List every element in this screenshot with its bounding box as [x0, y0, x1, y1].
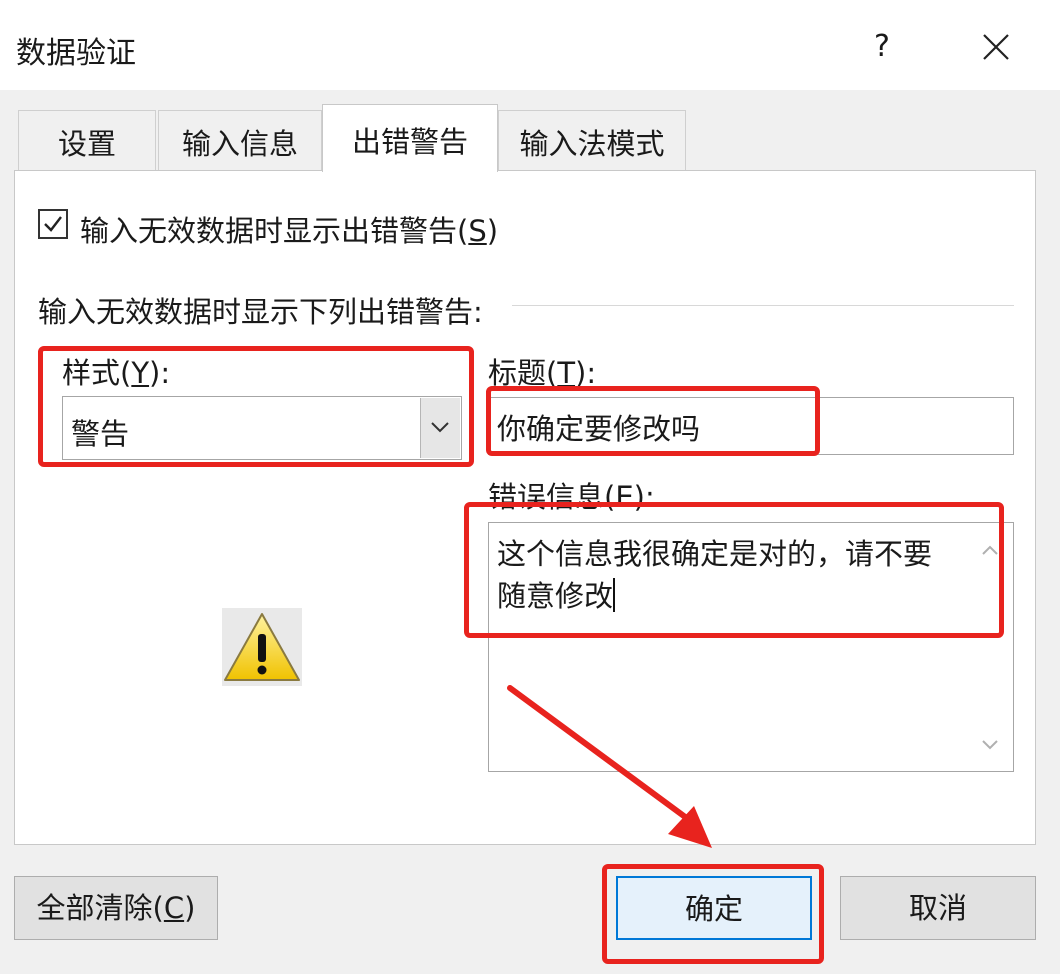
tab-settings[interactable]: 设置: [18, 110, 156, 170]
style-select[interactable]: 警告: [62, 396, 462, 460]
text-caret: [613, 578, 616, 612]
style-select-value: 警告: [71, 417, 130, 451]
warning-triangle-icon: [222, 608, 302, 686]
style-label: 样式(Y):: [62, 356, 171, 390]
clear-all-button[interactable]: 全部清除(C): [14, 876, 218, 940]
tab-ime-mode[interactable]: 输入法模式: [498, 110, 686, 170]
group-divider: [512, 305, 1014, 306]
data-validation-dialog: 数据验证 ? 设置 输入信息 出错警告 输入法模式 输入无效数据时显示出错警告(…: [0, 0, 1060, 974]
title-label: 标题(T):: [488, 356, 597, 390]
title-bar: 数据验证 ?: [0, 0, 1060, 90]
show-alert-label[interactable]: 输入无效数据时显示出错警告(S): [80, 208, 498, 250]
scroll-up-icon[interactable]: [974, 535, 1006, 565]
close-button[interactable]: [968, 22, 1024, 72]
help-button[interactable]: ?: [862, 22, 902, 72]
tab-error-alert[interactable]: 出错警告: [322, 104, 498, 172]
title-input-value: 你确定要修改吗: [497, 412, 701, 446]
scroll-down-icon[interactable]: [974, 730, 1006, 760]
alert-group-label: 输入无效数据时显示下列出错警告:: [38, 295, 483, 329]
title-input[interactable]: 你确定要修改吗: [488, 397, 1014, 455]
dialog-title: 数据验证: [16, 36, 136, 71]
close-icon: [983, 34, 1009, 60]
ok-button[interactable]: 确定: [616, 876, 812, 940]
checkmark-icon: [44, 216, 62, 232]
error-message-label: 错误信息(E):: [488, 480, 655, 514]
error-message-text: 这个信息我很确定是对的，请不要 随意修改: [497, 537, 933, 613]
cancel-button[interactable]: 取消: [840, 876, 1036, 940]
tab-input-message[interactable]: 输入信息: [158, 110, 322, 170]
error-message-textarea[interactable]: 这个信息我很确定是对的，请不要 随意修改: [488, 522, 1014, 772]
show-alert-checkbox[interactable]: [38, 209, 68, 239]
chevron-down-icon: [431, 422, 449, 433]
style-dropdown-button[interactable]: [420, 398, 460, 458]
